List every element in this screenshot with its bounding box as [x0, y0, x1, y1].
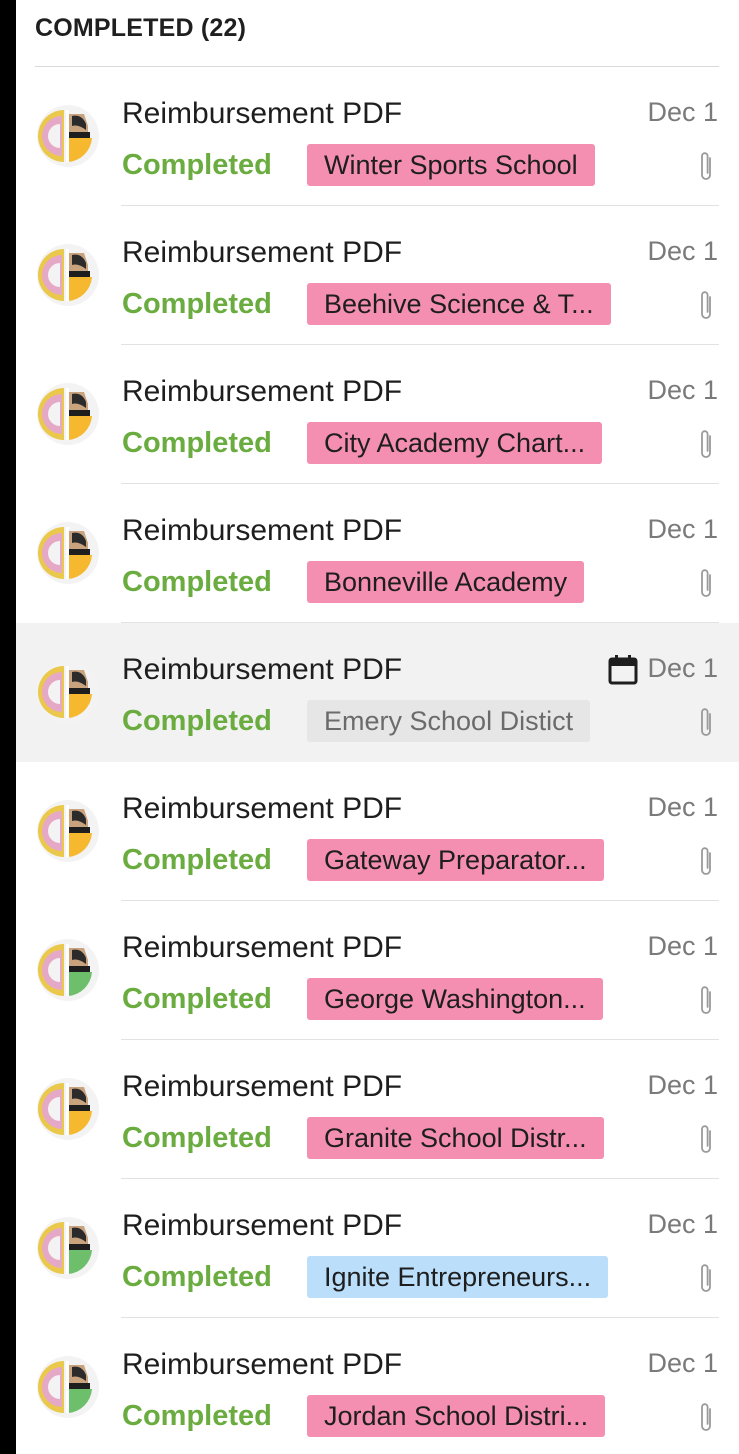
task-title: Reimbursement PDF: [122, 653, 403, 686]
avatar[interactable]: [36, 1355, 100, 1419]
school-tag[interactable]: Emery School Distict: [307, 700, 591, 742]
attachment-icon[interactable]: [697, 566, 715, 602]
avatar[interactable]: [36, 382, 100, 446]
status-label: Completed: [122, 705, 272, 737]
status-label: Completed: [122, 844, 272, 876]
avatar[interactable]: [36, 243, 100, 307]
school-tag[interactable]: Bonneville Academy: [307, 561, 585, 603]
avatar[interactable]: [36, 1216, 100, 1280]
task-date: Dec 1: [647, 931, 718, 961]
attachment-icon[interactable]: [697, 1122, 715, 1158]
task-title: Reimbursement PDF: [122, 1209, 403, 1242]
avatar[interactable]: [36, 521, 100, 585]
completed-panel: COMPLETED (22) Reimbursement PDF Dec 1 C…: [16, 0, 739, 1454]
task-title: Reimbursement PDF: [122, 1348, 403, 1381]
status-label: Completed: [122, 288, 272, 320]
task-item[interactable]: Reimbursement PDF Dec 1 Completed Ignite…: [16, 1179, 739, 1318]
school-tag[interactable]: Beehive Science & T...: [307, 283, 611, 325]
task-date: Dec 1: [647, 792, 718, 822]
school-tag[interactable]: Granite School Distr...: [307, 1117, 604, 1159]
task-title: Reimbursement PDF: [122, 236, 403, 269]
status-label: Completed: [122, 566, 272, 598]
task-date: Dec 1: [647, 1209, 718, 1239]
status-label: Completed: [122, 1261, 272, 1293]
school-tag[interactable]: Gateway Preparator...: [307, 839, 604, 881]
task-item[interactable]: Reimbursement PDF Dec 1 Completed Winter…: [16, 67, 739, 206]
avatar[interactable]: [36, 938, 100, 1002]
task-date: Dec 1: [647, 97, 718, 127]
task-title: Reimbursement PDF: [122, 514, 403, 547]
task-item[interactable]: Reimbursement PDF Dec 1 Completed Jordan…: [16, 1318, 739, 1454]
task-item[interactable]: Reimbursement PDF Dec 1 Completed Beehiv…: [16, 206, 739, 345]
task-item[interactable]: Reimbursement PDF Dec 1 Completed Bonnev…: [16, 484, 739, 623]
school-tag[interactable]: Winter Sports School: [307, 144, 595, 186]
attachment-icon[interactable]: [697, 427, 715, 463]
task-title: Reimbursement PDF: [122, 97, 403, 130]
task-item[interactable]: Reimbursement PDF Dec 1 Completed Emery …: [16, 623, 739, 762]
section-header[interactable]: COMPLETED (22): [35, 14, 246, 43]
status-label: Completed: [122, 1122, 272, 1154]
attachment-icon[interactable]: [697, 1261, 715, 1297]
task-item[interactable]: Reimbursement PDF Dec 1 Completed Gatewa…: [16, 762, 739, 901]
avatar[interactable]: [36, 104, 100, 168]
task-date: Dec 1: [647, 514, 718, 544]
attachment-icon[interactable]: [697, 1400, 715, 1436]
avatar[interactable]: [36, 1077, 100, 1141]
school-tag[interactable]: City Academy Chart...: [307, 422, 603, 464]
task-item[interactable]: Reimbursement PDF Dec 1 Completed City A…: [16, 345, 739, 484]
task-date: Dec 1: [647, 1070, 718, 1100]
task-date: Dec 1: [647, 1348, 718, 1378]
attachment-icon[interactable]: [697, 705, 715, 741]
attachment-icon[interactable]: [697, 983, 715, 1019]
task-list: Reimbursement PDF Dec 1 Completed Winter…: [16, 67, 739, 1454]
task-title: Reimbursement PDF: [122, 931, 403, 964]
status-label: Completed: [122, 1400, 272, 1432]
task-title: Reimbursement PDF: [122, 375, 403, 408]
school-tag[interactable]: Ignite Entrepreneurs...: [307, 1256, 609, 1298]
school-tag[interactable]: Jordan School Distri...: [307, 1395, 606, 1437]
task-date: Dec 1: [647, 375, 718, 405]
attachment-icon[interactable]: [697, 149, 715, 185]
task-title: Reimbursement PDF: [122, 792, 403, 825]
school-tag[interactable]: George Washington...: [307, 978, 603, 1020]
task-item[interactable]: Reimbursement PDF Dec 1 Completed Granit…: [16, 1040, 739, 1179]
avatar[interactable]: [36, 799, 100, 863]
attachment-icon[interactable]: [697, 844, 715, 880]
calendar-icon[interactable]: [607, 654, 639, 686]
task-title: Reimbursement PDF: [122, 1070, 403, 1103]
status-label: Completed: [122, 149, 272, 181]
avatar[interactable]: [36, 660, 100, 724]
task-date: Dec 1: [647, 236, 718, 266]
task-date: Dec 1: [647, 653, 718, 683]
status-label: Completed: [122, 983, 272, 1015]
task-item[interactable]: Reimbursement PDF Dec 1 Completed George…: [16, 901, 739, 1040]
status-label: Completed: [122, 427, 272, 459]
attachment-icon[interactable]: [697, 288, 715, 324]
